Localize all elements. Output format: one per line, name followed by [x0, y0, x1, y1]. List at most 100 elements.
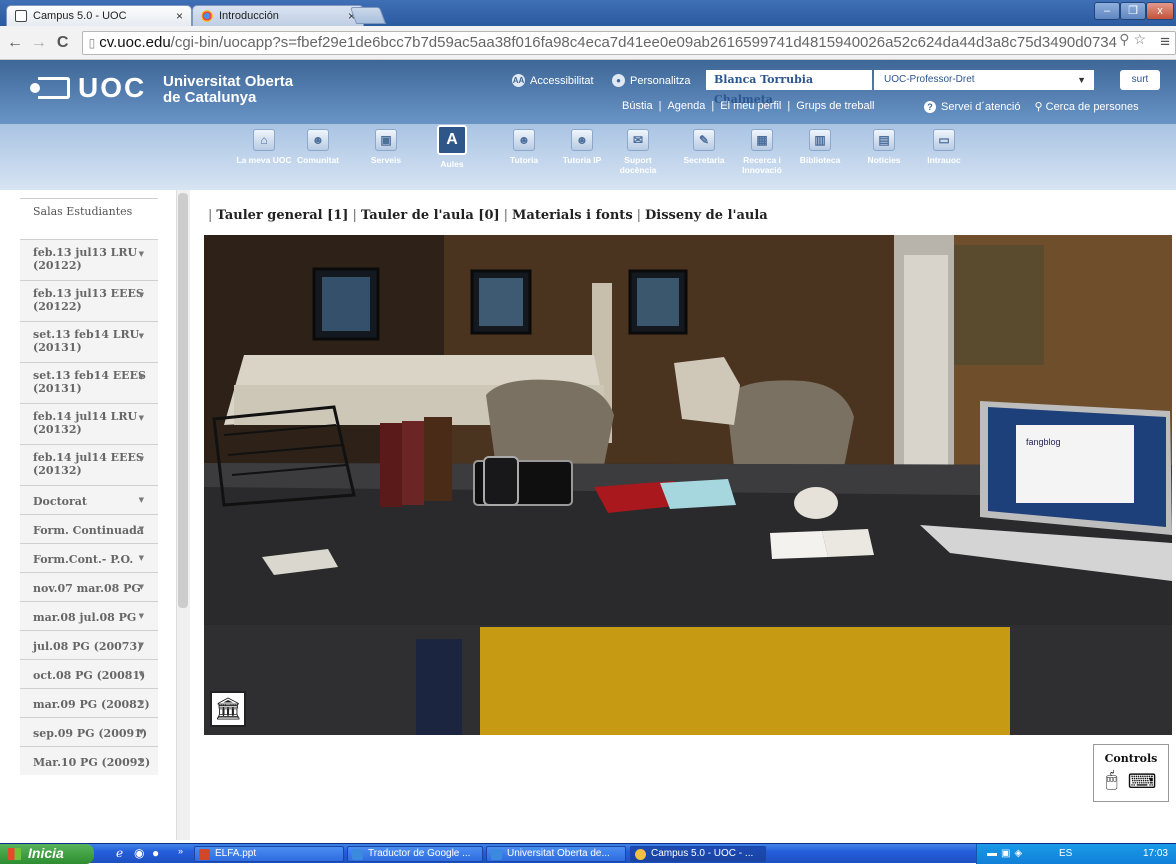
- back-icon[interactable]: ←: [6, 34, 24, 52]
- grups-link[interactable]: Grups de treball: [796, 100, 874, 112]
- agenda-link[interactable]: Agenda: [667, 100, 705, 112]
- uoc-logo[interactable]: UOC: [30, 72, 146, 104]
- library-icon: ▥: [809, 129, 831, 151]
- sidebar-item[interactable]: set.13 feb14 EEES (20131) ▼: [20, 362, 158, 403]
- menu-suport-docencia[interactable]: ✉ Suport docència: [610, 129, 666, 175]
- virtual-classroom-3d[interactable]: fangblog 🏛: [204, 235, 1172, 735]
- chevron-down-icon[interactable]: ▼: [139, 609, 144, 622]
- taskbar-item[interactable]: Campus 5.0 - UOC - ...: [630, 846, 766, 862]
- tutoring-ip-icon: ☻: [571, 129, 593, 151]
- chevron-down-icon[interactable]: ▼: [139, 329, 144, 342]
- menu-secretaria[interactable]: ✎ Secretaria: [676, 129, 732, 165]
- menu-aules[interactable]: A Aules: [424, 125, 480, 169]
- sidebar-item-label: Mar.10 PG (20092): [33, 756, 151, 769]
- minimize-button[interactable]: –: [1094, 2, 1120, 20]
- ie-icon[interactable]: ℯ: [116, 846, 123, 860]
- perfil-link[interactable]: El meu perfil: [720, 100, 781, 112]
- accessibilitat-link[interactable]: AA Accessibilitat: [512, 74, 594, 87]
- museum-icon[interactable]: 🏛: [210, 691, 246, 727]
- sidebar-item[interactable]: set.13 feb14 LRU (20131) ▼: [20, 321, 158, 362]
- menu-serveis[interactable]: ▣ Serveis: [358, 129, 414, 165]
- sidebar-item[interactable]: feb.13 jul13 EEES (20122) ▼: [20, 280, 158, 321]
- sidebar-item[interactable]: Mar.10 PG (20092) ▼: [20, 746, 158, 775]
- sidebar-item[interactable]: feb.13 jul13 LRU (20122) ▼: [20, 239, 158, 280]
- url-domain: cv.uoc.edu: [99, 34, 171, 51]
- tray-icons[interactable]: ▬▣◈: [987, 844, 1026, 863]
- close-tab-icon[interactable]: ×: [176, 9, 183, 23]
- main-menu: ⌂ La meva UOC ☻ Comunitat ▣ Serveis A Aules …: [0, 125, 1176, 190]
- tab-campus[interactable]: Campus 5.0 - UOC ×: [6, 5, 192, 26]
- chevron-down-icon[interactable]: ▼: [139, 580, 144, 593]
- chevron-down-icon[interactable]: ▼: [139, 754, 144, 767]
- sidebar-item[interactable]: oct.08 PG (20081) ▼: [20, 659, 158, 688]
- chevron-down-icon[interactable]: ▼: [139, 247, 144, 260]
- zoom-star-icons[interactable]: ⚲ ☆: [1119, 31, 1146, 48]
- sidebar-item[interactable]: sep.09 PG (20091) ▼: [20, 717, 158, 746]
- firefox-icon[interactable]: ●: [152, 846, 159, 860]
- sidebar-item[interactable]: jul.08 PG (20073) ▼: [20, 630, 158, 659]
- sidebar-item-label: mar.09 PG (20082): [33, 698, 150, 711]
- scrollbar-thumb[interactable]: [178, 193, 188, 608]
- sidebar-item-label: feb.13 jul13 EEES (20122): [33, 287, 144, 313]
- maximize-button[interactable]: ❐: [1120, 2, 1146, 20]
- new-tab-button[interactable]: [349, 7, 387, 24]
- language-indicator[interactable]: ES: [1059, 844, 1072, 863]
- tab-tauler-aula[interactable]: Tauler de l'aula [0]: [361, 208, 500, 223]
- chevron-down-icon[interactable]: ▼: [139, 288, 144, 301]
- chevron-down-icon[interactable]: ▼: [139, 411, 144, 424]
- chrome-icon[interactable]: ◉: [134, 846, 144, 860]
- tab-materials[interactable]: Materials i fonts: [512, 208, 633, 223]
- menu-noticies[interactable]: ▤ Notícies: [856, 129, 912, 165]
- chevron-down-icon[interactable]: ▼: [139, 725, 144, 738]
- mouse-icon[interactable]: 🖱: [1106, 769, 1118, 794]
- sidebar-item[interactable]: Doctorat ▼: [20, 485, 158, 514]
- expand-quicklaunch-icon[interactable]: »: [178, 846, 183, 856]
- start-button[interactable]: Inicia: [0, 844, 94, 864]
- chevron-down-icon[interactable]: ▼: [139, 522, 144, 535]
- tab-disseny[interactable]: Disseny de l'aula: [645, 208, 768, 223]
- keyboard-icon[interactable]: ⌨: [1128, 769, 1157, 794]
- sidebar-item-label: feb.13 jul13 LRU (20122): [33, 246, 138, 272]
- tab-tauler-general[interactable]: Tauler general [1]: [216, 208, 348, 223]
- chevron-down-icon[interactable]: ▼: [139, 452, 144, 465]
- chevron-down-icon[interactable]: ▼: [139, 370, 144, 383]
- sidebar-item[interactable]: nov.07 mar.08 PG ▼: [20, 572, 158, 601]
- sidebar-item[interactable]: feb.14 jul14 LRU (20132) ▼: [20, 403, 158, 444]
- taskbar-item[interactable]: Traductor de Google ...: [347, 846, 483, 862]
- chevron-down-icon[interactable]: ▼: [139, 493, 144, 506]
- menu-comunitat[interactable]: ☻ Comunitat: [290, 129, 346, 165]
- menu-tutoria[interactable]: ☻ Tutoria: [496, 129, 552, 165]
- sidebar-item[interactable]: feb.14 jul14 EEES (20132) ▼: [20, 444, 158, 485]
- menu-la-meva-uoc[interactable]: ⌂ La meva UOC: [236, 129, 292, 165]
- taskbar-item[interactable]: ELFA.ppt: [194, 846, 344, 862]
- sidebar-item[interactable]: mar.08 jul.08 PG ▼: [20, 601, 158, 630]
- servei-link[interactable]: Servei d´atenció: [941, 101, 1021, 113]
- sidebar-item[interactable]: Salas Estudiantes: [20, 198, 158, 239]
- taskbar-item[interactable]: Universitat Oberta de...: [486, 846, 626, 862]
- chrome-menu-icon[interactable]: ≡: [1160, 32, 1170, 52]
- chevron-down-icon[interactable]: ▼: [139, 696, 144, 709]
- sidebar-item[interactable]: Form.Cont.- P.O. ▼: [20, 543, 158, 572]
- tab-introduccion[interactable]: Introducción ×: [192, 5, 364, 26]
- sidebar-item[interactable]: mar.09 PG (20082) ▼: [20, 688, 158, 717]
- bustia-link[interactable]: Bústia: [622, 100, 653, 112]
- address-bar[interactable]: ▯ cv.uoc.edu/cgi-bin/uocapp?s=fbef29e1de…: [81, 30, 1176, 55]
- menu-tutoria-ip[interactable]: ☻ Tutoria IP: [554, 129, 610, 165]
- close-window-button[interactable]: x: [1146, 2, 1174, 20]
- logout-button[interactable]: surt: [1120, 70, 1160, 90]
- menu-recerca[interactable]: ▦ Recerca i Innovació: [734, 129, 790, 175]
- classroom-scene: fangblog: [204, 235, 1172, 735]
- profile-select[interactable]: UOC-Professor-Dret ▼: [874, 70, 1094, 90]
- search-people-link[interactable]: ⚲ Cerca de persones: [1035, 100, 1139, 113]
- menu-intrauoc[interactable]: ▭ Intrauoc: [916, 129, 972, 165]
- sidebar-item[interactable]: Form. Continuada ▼: [20, 514, 158, 543]
- chevron-down-icon[interactable]: ▼: [139, 551, 144, 564]
- forward-icon[interactable]: →: [30, 34, 48, 52]
- tab-title: Campus 5.0 - UOC: [33, 10, 127, 22]
- reload-icon[interactable]: C: [54, 34, 72, 52]
- menu-biblioteca[interactable]: ▥ Biblioteca: [792, 129, 848, 165]
- chevron-down-icon[interactable]: ▼: [139, 667, 144, 680]
- personalitza-link[interactable]: ● Personalitza: [612, 74, 691, 87]
- chevron-down-icon[interactable]: ▼: [139, 638, 144, 651]
- community-icon: ☻: [307, 129, 329, 151]
